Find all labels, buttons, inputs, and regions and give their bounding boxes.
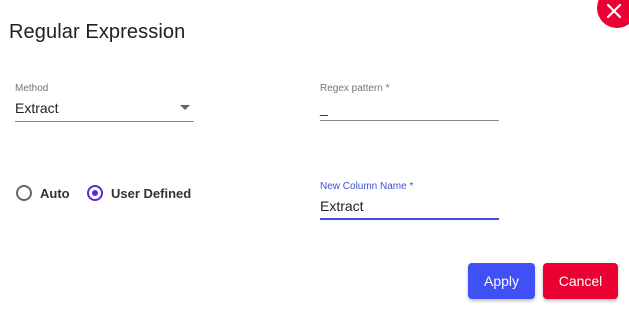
- radio-auto-circle[interactable]: [16, 185, 32, 201]
- method-label: Method: [15, 83, 49, 94]
- regex-pattern-input[interactable]: _: [320, 100, 328, 116]
- method-select[interactable]: Extract: [15, 100, 59, 116]
- regex-pattern-underline: [320, 120, 499, 121]
- radio-auto-label: Auto: [40, 185, 70, 201]
- cancel-button[interactable]: Cancel: [543, 263, 618, 299]
- apply-button[interactable]: Apply: [468, 263, 535, 299]
- close-button[interactable]: [597, 0, 629, 28]
- radio-user-defined[interactable]: User Defined: [87, 185, 191, 201]
- regex-pattern-label: Regex pattern *: [320, 83, 390, 94]
- close-icon: [607, 4, 621, 18]
- chevron-down-icon[interactable]: [180, 105, 190, 110]
- radio-auto[interactable]: Auto: [16, 185, 70, 201]
- radio-user-defined-label: User Defined: [111, 185, 192, 201]
- dialog-title: Regular Expression: [9, 21, 186, 43]
- new-column-name-underline: [320, 218, 499, 220]
- new-column-name-input[interactable]: Extract: [320, 198, 364, 214]
- new-column-name-label: New Column Name *: [320, 181, 414, 192]
- method-underline: [15, 121, 194, 122]
- regex-dialog: Regular Expression Method Extract Regex …: [0, 0, 629, 310]
- radio-user-defined-circle[interactable]: [87, 185, 103, 201]
